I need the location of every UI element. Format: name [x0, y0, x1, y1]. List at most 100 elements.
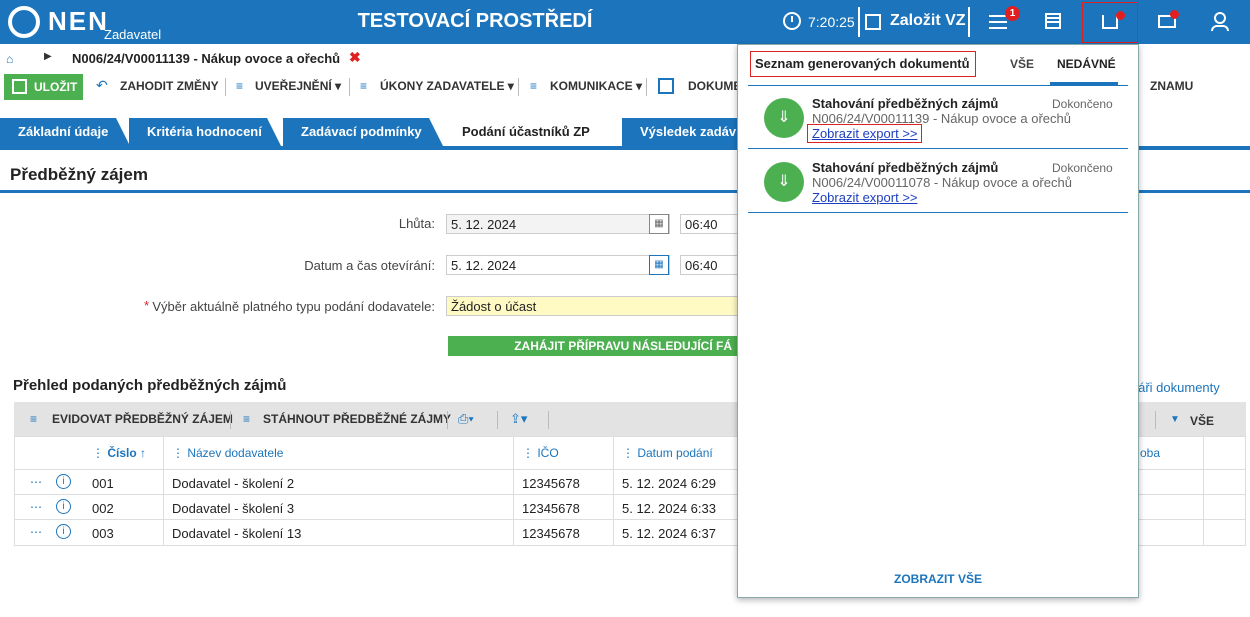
record-interest-button[interactable]: EVIDOVAT PŘEDBĚŽNÝ ZÁJEM — [52, 412, 233, 426]
cell-ico: 12345678 — [522, 526, 580, 541]
calculator-icon[interactable] — [1045, 13, 1061, 29]
user-icon-body — [1211, 25, 1229, 31]
column-header-period[interactable]: oba — [1140, 446, 1160, 460]
toolbar-divider — [1155, 411, 1156, 429]
deadline-time-field[interactable]: 06:40 — [680, 214, 738, 234]
record-button[interactable]: ZNAMU — [1150, 79, 1193, 93]
share-icon[interactable]: ⇪▾ — [510, 411, 527, 427]
column-divider — [163, 437, 164, 545]
print-icon[interactable]: ⎙▾ — [458, 411, 474, 427]
cell-date: 5. 12. 2024 6:37 — [622, 526, 716, 541]
row-menu-icon[interactable]: ⋯ — [30, 475, 42, 489]
undo-icon: ↶ — [96, 77, 108, 93]
cell-number: 002 — [92, 501, 114, 516]
section-title: Předběžný zájem — [10, 165, 148, 184]
info-icon[interactable]: i — [56, 524, 71, 539]
home-icon[interactable]: ⌂ — [6, 52, 13, 66]
toolbar-divider — [548, 411, 549, 429]
save-button[interactable]: ULOŽIT — [4, 74, 83, 100]
popup-divider — [748, 212, 1128, 213]
chevron-right-icon: ▶ — [44, 51, 52, 62]
row-menu-icon[interactable]: ⋯ — [30, 500, 42, 514]
header-divider — [968, 7, 970, 37]
column-header-supplier[interactable]: ⋮ Název dodavatele — [172, 446, 283, 460]
create-vz-button[interactable]: Založit VZ — [890, 12, 966, 30]
show-export-link[interactable]: Zobrazit export >> — [812, 190, 918, 205]
show-all-button[interactable]: ZOBRAZIT VŠE — [737, 572, 1139, 586]
cell-ico: 12345678 — [522, 476, 580, 491]
toolbar-divider — [230, 411, 231, 429]
entry-status: Dokončeno — [1052, 97, 1113, 111]
show-export-link[interactable]: Zobrazit export >> — [812, 126, 918, 141]
list-icon: ≡ — [236, 79, 244, 93]
opening-date-field[interactable]: 5. 12. 2024 — [446, 255, 670, 275]
publish-menu-button[interactable]: UVEŘEJNĚNÍ ▾ — [255, 79, 341, 93]
cell-date: 5. 12. 2024 6:29 — [622, 476, 716, 491]
communication-menu-button[interactable]: KOMUNIKACE ▾ — [550, 79, 642, 93]
start-next-phase-button[interactable]: ZAHÁJIT PŘÍPRAVU NÁSLEDUJÍCÍ FÁ — [448, 336, 738, 356]
session-time: 7:20:25 — [808, 14, 855, 30]
column-header-date[interactable]: ⋮ Datum podání — [622, 446, 713, 460]
cell-number: 003 — [92, 526, 114, 541]
toolbar-divider — [225, 78, 226, 96]
download-tray-icon: ⇓ — [764, 162, 804, 202]
toolbar-divider — [497, 411, 498, 429]
list-icon: ≡ — [243, 412, 251, 426]
cell-supplier: Dodavatel - školení 3 — [172, 501, 295, 516]
entry-status: Dokončeno — [1052, 161, 1113, 175]
cell-supplier: Dodavatel - školení 13 — [172, 526, 302, 541]
popup-divider — [748, 148, 1128, 149]
submission-type-select[interactable]: Žádost o účast — [446, 296, 738, 316]
row-menu-icon[interactable]: ⋯ — [30, 525, 42, 539]
info-icon[interactable]: i — [56, 474, 71, 489]
info-icon[interactable]: i — [56, 499, 71, 514]
cell-number: 001 — [92, 476, 114, 491]
save-icon — [12, 79, 27, 94]
export-alert-dot — [1116, 11, 1125, 20]
logo-subtitle: Zadavatel — [104, 27, 162, 42]
calendar-icon[interactable]: ▦ — [649, 214, 669, 234]
documents-link[interactable]: ulá​ři dokumenty — [1128, 380, 1220, 395]
tab-basic-data[interactable]: Základní údaje — [0, 118, 130, 146]
cell-date: 5. 12. 2024 6:33 — [622, 501, 716, 516]
entry-title: Stahování předběžných zájmů — [812, 96, 999, 111]
column-header-ico[interactable]: ⋮ IČO — [522, 446, 559, 460]
export-tray-button[interactable] — [1082, 2, 1138, 43]
list-icon: ≡ — [360, 79, 368, 93]
notification-badge: 1 — [1005, 6, 1020, 21]
overview-title: Přehled podaných předběžných zájmů — [13, 377, 287, 394]
popup-title: Seznam generovaných dokumentů — [750, 51, 976, 77]
mail-alert-dot — [1170, 10, 1179, 19]
column-divider — [1203, 437, 1204, 545]
actions-menu-button[interactable]: ÚKONY ZADAVATELE ▾ — [380, 79, 514, 93]
deadline-date-field[interactable]: 5. 12. 2024 — [446, 214, 670, 234]
edit-icon[interactable] — [865, 14, 881, 30]
close-icon[interactable]: ✖ — [349, 49, 361, 66]
column-divider — [613, 437, 614, 545]
filter-all-button[interactable]: VŠE — [1190, 414, 1214, 428]
popup-tab-all[interactable]: VŠE — [1010, 57, 1034, 71]
logo-text: NEN — [48, 6, 109, 36]
popup-tab-recent[interactable]: NEDÁVNÉ — [1057, 57, 1116, 71]
user-icon[interactable] — [1214, 12, 1226, 24]
tab-participant-submissions[interactable]: Podání účastníků ZP — [444, 118, 624, 146]
tab-evaluation-criteria[interactable]: Kritéria hodnocení — [129, 118, 281, 146]
discard-changes-button[interactable]: ZAHODIT ZMĚNY — [120, 79, 219, 93]
entry-subtitle: N006/24/V00011078 - Nákup ovoce a ořechů — [812, 175, 1072, 190]
breadcrumb[interactable]: N006/24/V00011139 - Nákup ovoce a ořechů — [72, 51, 340, 66]
nen-logo-icon — [8, 6, 40, 38]
opening-time-field[interactable]: 06:40 — [680, 255, 738, 275]
column-header-number[interactable]: ⋮ Číslo ↑ — [92, 446, 146, 460]
calendar-icon[interactable]: ▦ — [649, 255, 669, 275]
list-icon: ≡ — [530, 79, 538, 93]
deadline-label: Lhůta: — [398, 216, 435, 231]
toolbar-divider — [349, 78, 350, 96]
toolbar-divider — [646, 78, 647, 96]
opening-label: Datum a čas otevírání: — [304, 258, 435, 273]
download-interests-button[interactable]: STÁHNOUT PŘEDBĚŽNÉ ZÁJMY — [263, 412, 451, 426]
toolbar-divider — [447, 411, 448, 429]
chevron-down-icon[interactable]: ▼ — [1170, 414, 1180, 425]
tab-award-result[interactable]: Výsledek zadáv — [622, 118, 737, 146]
download-tray-icon: ⇓ — [764, 98, 804, 138]
tab-tender-conditions[interactable]: Zadávací podmínky — [283, 118, 443, 146]
